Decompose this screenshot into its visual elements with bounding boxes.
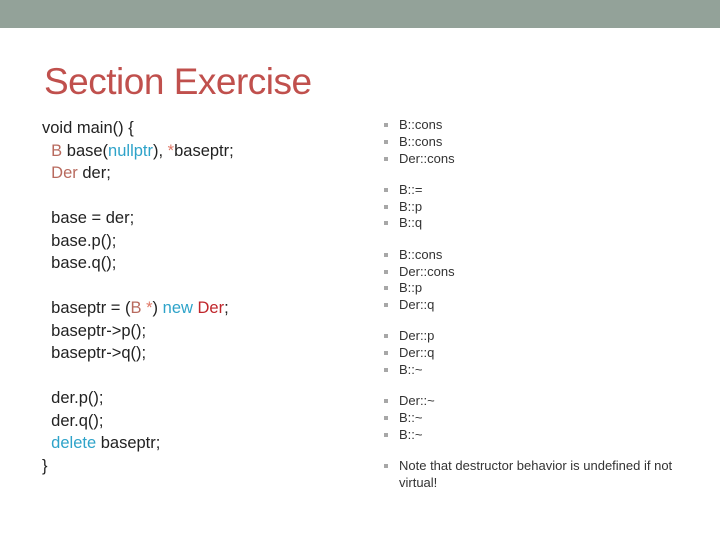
- type-keyword: Der: [51, 164, 78, 182]
- pointer-asterisk: *: [141, 299, 153, 317]
- type-keyword: B: [51, 141, 63, 160]
- list-item: Der::~: [384, 393, 679, 410]
- list-item: B::~: [384, 410, 679, 427]
- list-item: B::cons: [384, 247, 679, 264]
- bullet-icon: [384, 269, 388, 274]
- list-item: Der::cons: [384, 264, 679, 281]
- output-group: B::cons Der::cons B::p Der::q: [384, 247, 679, 314]
- bullet-icon: [384, 123, 388, 127]
- output-group: Note that destructor behavior is undefin…: [384, 458, 679, 492]
- output-list: B::cons B::cons Der::cons B::= B::p B::q…: [384, 117, 679, 506]
- code-line: }: [42, 456, 48, 475]
- output-group: B::= B::p B::q: [384, 182, 679, 232]
- bullet-icon: [384, 221, 388, 226]
- bullet-icon: [384, 432, 388, 437]
- note-item: Note that destructor behavior is undefin…: [384, 458, 679, 492]
- code-line: delete baseptr;: [51, 434, 161, 452]
- list-item: Der::cons: [384, 151, 679, 168]
- list-item: Der::q: [384, 345, 679, 362]
- bullet-icon: [384, 351, 388, 356]
- bullet-icon: [384, 204, 388, 209]
- slide-title: Section Exercise: [44, 61, 312, 102]
- type-keyword: Der: [197, 299, 225, 317]
- header-bar: [0, 0, 720, 28]
- code-line: der.q();: [51, 411, 104, 430]
- bullet-icon: [384, 399, 388, 404]
- language-keyword: delete: [51, 434, 97, 452]
- bullet-icon: [384, 464, 388, 469]
- list-item: Der::q: [384, 297, 679, 314]
- output-group: Der::p Der::q B::~: [384, 328, 679, 378]
- language-keyword: new: [162, 299, 193, 317]
- bullet-icon: [384, 156, 388, 161]
- code-line: baseptr->p();: [51, 321, 147, 340]
- type-keyword: B: [130, 299, 142, 317]
- code-line: der.p();: [51, 389, 104, 407]
- list-item: B::cons: [384, 117, 679, 134]
- bullet-icon: [384, 368, 388, 373]
- code-block: void main() { B base(nullptr), *baseptr;…: [42, 117, 234, 477]
- list-item: B::=: [384, 182, 679, 199]
- code-line: base.q();: [51, 254, 117, 272]
- list-item: B::~: [384, 362, 679, 379]
- language-keyword: nullptr: [108, 141, 153, 160]
- list-item: B::p: [384, 280, 679, 297]
- bullet-icon: [384, 139, 388, 144]
- bullet-icon: [384, 416, 388, 421]
- code-line: Der der;: [51, 164, 111, 182]
- bullet-icon: [384, 187, 388, 192]
- bullet-icon: [384, 286, 388, 291]
- code-line: base = der;: [51, 209, 135, 227]
- code-line: B base(nullptr), *baseptr;: [51, 141, 234, 160]
- list-item: B::cons: [384, 134, 679, 151]
- code-line: baseptr->q();: [51, 344, 147, 362]
- code-line: baseptr = (B *) new Der;: [51, 299, 229, 317]
- bullet-icon: [384, 303, 388, 308]
- output-group: B::cons B::cons Der::cons: [384, 117, 679, 167]
- output-group: Der::~ B::~ B::~: [384, 393, 679, 443]
- list-item: B::q: [384, 215, 679, 232]
- bullet-icon: [384, 252, 388, 257]
- bullet-icon: [384, 334, 388, 339]
- code-line: void main() {: [42, 119, 134, 137]
- list-item: Der::p: [384, 328, 679, 345]
- list-item: B::~: [384, 427, 679, 444]
- list-item: B::p: [384, 199, 679, 216]
- code-line: base.p();: [51, 231, 117, 250]
